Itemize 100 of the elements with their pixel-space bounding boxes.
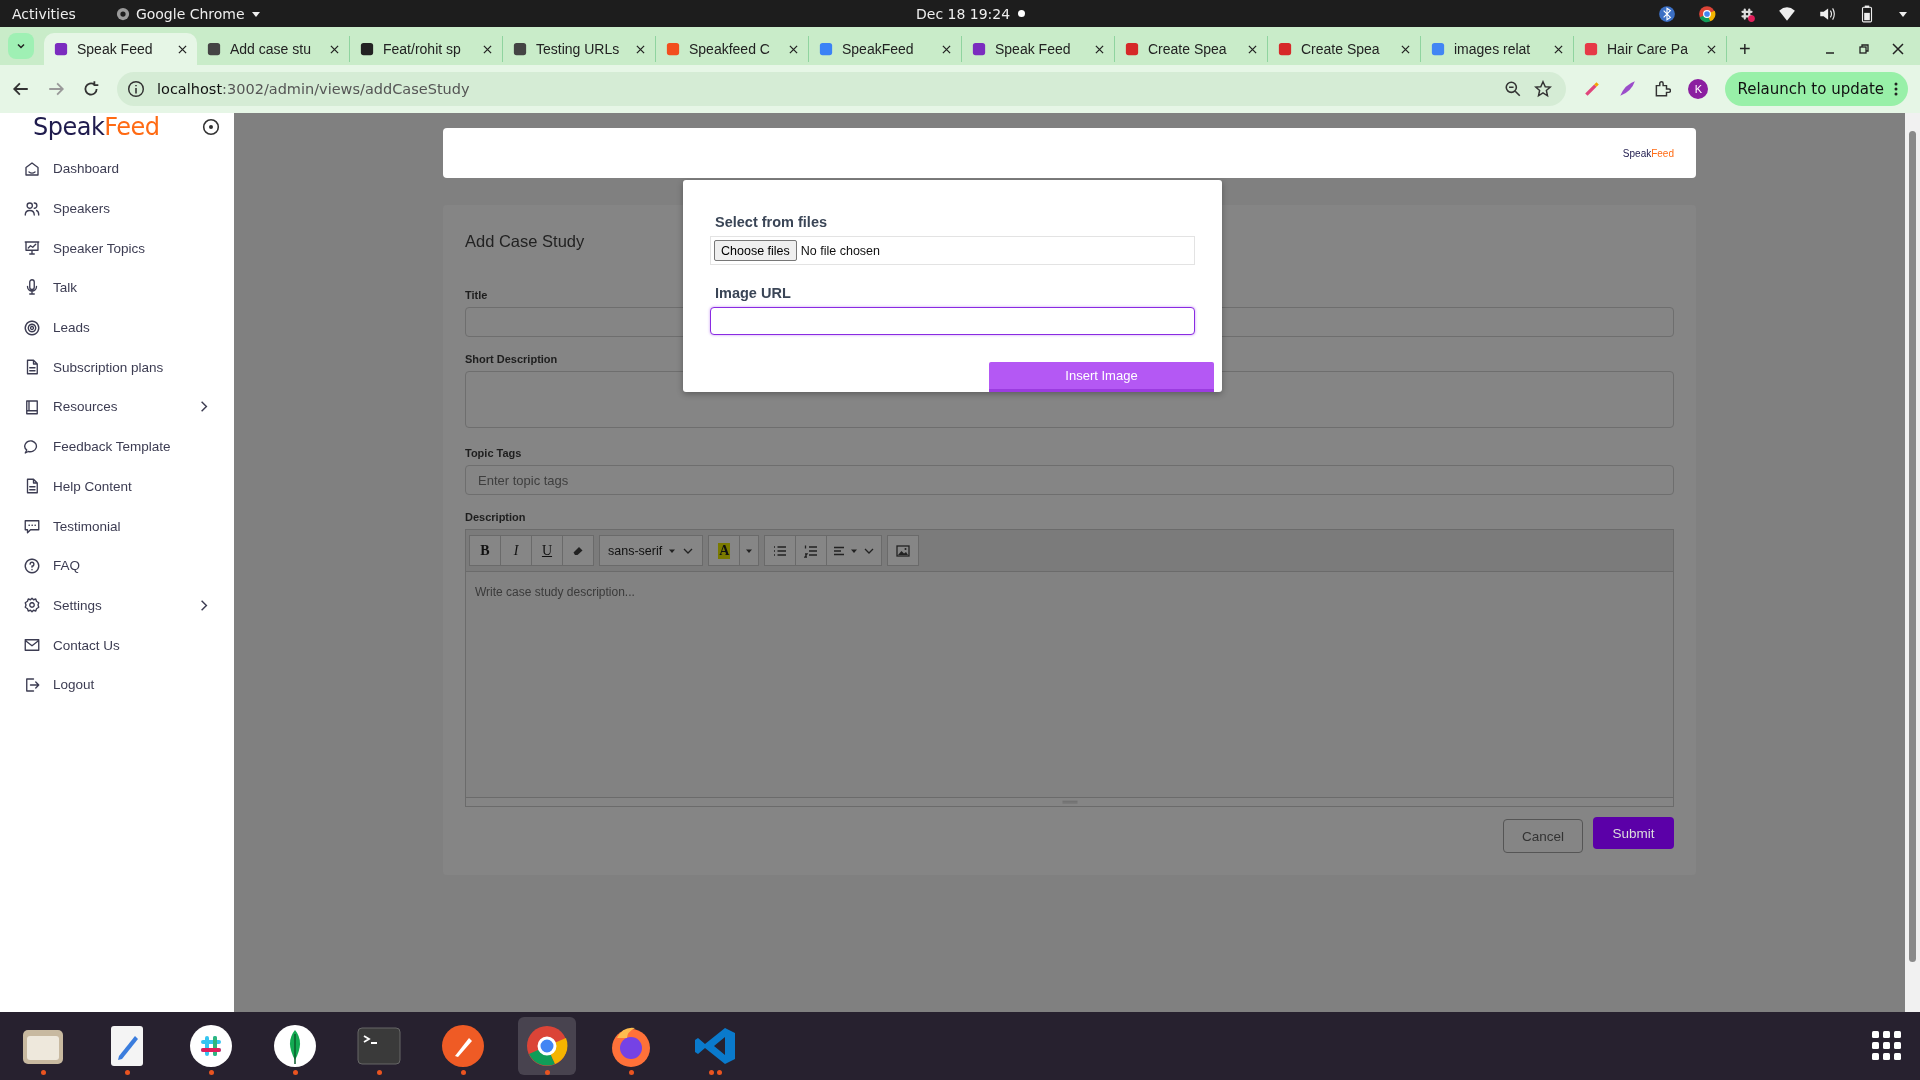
- sidebar-item[interactable]: Dashboard: [0, 149, 234, 189]
- forward-icon[interactable]: [47, 80, 65, 98]
- browser-tab[interactable]: Add case stu: [197, 36, 350, 62]
- speakfeed-logo[interactable]: SpeakFeed: [1622, 147, 1674, 159]
- bluetooth-icon[interactable]: [1658, 4, 1676, 23]
- message-dots-icon: [23, 517, 41, 536]
- chevron-right-icon[interactable]: [200, 598, 208, 612]
- wifi-icon[interactable]: [1778, 4, 1796, 23]
- browser-tab[interactable]: images relat: [1421, 36, 1574, 62]
- browser-tab[interactable]: SpeakFeed: [809, 36, 962, 62]
- cancel-button[interactable]: Cancel: [1503, 819, 1583, 853]
- address-bar[interactable]: localhost:3002/admin/views/addCaseStudy: [117, 72, 1567, 106]
- align-left-icon: [833, 544, 846, 557]
- users-icon: [23, 199, 41, 218]
- sidebar-item[interactable]: Logout: [0, 664, 234, 705]
- close-icon[interactable]: [942, 44, 951, 54]
- extensions-icon[interactable]: [1653, 80, 1672, 98]
- numbered-list-button[interactable]: [795, 535, 828, 566]
- logout-icon: [23, 675, 41, 694]
- close-icon[interactable]: [1401, 44, 1410, 54]
- sidebar-item[interactable]: FAQ: [0, 545, 234, 586]
- taskbar-app[interactable]: [518, 1017, 576, 1075]
- info-icon[interactable]: [127, 80, 145, 98]
- browser-tab[interactable]: Hair Care Pa: [1574, 36, 1727, 62]
- eraser-button[interactable]: [562, 535, 594, 566]
- browser-tab[interactable]: Speak Feed: [962, 36, 1115, 62]
- sidebar-item[interactable]: Feedback Template: [0, 426, 234, 467]
- question-icon: [23, 556, 41, 575]
- browser-tab[interactable]: Speakfeed C: [656, 36, 809, 62]
- close-icon[interactable]: [483, 44, 492, 54]
- color-picker-icon[interactable]: [1583, 80, 1602, 98]
- sidebar-item[interactable]: Resources: [0, 387, 234, 427]
- close-icon[interactable]: [178, 44, 187, 54]
- file-input[interactable]: Choose files No file chosen: [710, 236, 1195, 266]
- scrollbar[interactable]: [1905, 113, 1920, 1012]
- field-label: Image URL: [715, 285, 792, 302]
- zoom-icon[interactable]: [1504, 80, 1523, 98]
- settings-icon: [23, 596, 41, 615]
- sidebar-item[interactable]: Leads: [0, 307, 234, 348]
- font-family-dropdown[interactable]: sans-serif: [599, 535, 704, 566]
- close-icon[interactable]: [1095, 44, 1104, 54]
- sidebar-item[interactable]: Speakers: [0, 188, 234, 229]
- reload-icon[interactable]: [82, 80, 100, 98]
- radio-circle-icon[interactable]: [202, 118, 220, 136]
- color-dropdown-button[interactable]: [739, 535, 760, 566]
- profile-avatar[interactable]: K: [1688, 79, 1709, 99]
- italic-button[interactable]: I: [500, 535, 532, 566]
- sidebar-item[interactable]: Settings: [0, 585, 234, 626]
- feather-icon[interactable]: [1618, 80, 1637, 98]
- terminal-icon: [357, 1024, 401, 1068]
- submit-button[interactable]: Submit: [1593, 817, 1674, 849]
- favicon-icon: [360, 42, 374, 56]
- close-icon[interactable]: [1892, 43, 1904, 55]
- relaunch-button[interactable]: Relaunch to update: [1725, 72, 1908, 106]
- sidebar-item[interactable]: Talk: [0, 268, 234, 308]
- app-grid-icon[interactable]: [1872, 1031, 1902, 1061]
- chevron-right-icon[interactable]: [200, 400, 208, 414]
- sidebar-item[interactable]: Speaker Topics: [0, 228, 234, 269]
- topic-tags-field[interactable]: Enter topic tags: [465, 465, 1674, 495]
- new-tab-button[interactable]: +: [1739, 39, 1751, 59]
- close-icon[interactable]: [1248, 44, 1257, 54]
- restore-icon[interactable]: [1858, 43, 1870, 55]
- sidebar-item[interactable]: Help Content: [0, 466, 234, 507]
- choose-files-button[interactable]: Choose files: [714, 240, 797, 262]
- sidebar-item[interactable]: Subscription plans: [0, 347, 234, 388]
- app-menu[interactable]: Google Chrome: [115, 5, 261, 22]
- browser-tab[interactable]: Create Spea: [1115, 36, 1268, 62]
- back-icon[interactable]: [12, 80, 30, 98]
- clock[interactable]: Dec 18 19:24: [916, 5, 1011, 22]
- browser-tab[interactable]: Speak Feed: [44, 33, 197, 65]
- slack-icon: [189, 1024, 233, 1068]
- activities-button[interactable]: Activities: [12, 5, 76, 22]
- insert-image-button[interactable]: [887, 535, 920, 566]
- star-icon[interactable]: [1534, 80, 1553, 98]
- close-icon[interactable]: [789, 44, 798, 54]
- favicon-icon: [1125, 42, 1139, 56]
- field-label: Select from files: [715, 214, 828, 230]
- sidebar-item[interactable]: Contact Us: [0, 625, 234, 665]
- favicon-icon: [1431, 42, 1445, 56]
- browser-tab[interactable]: Feat/rohit sp: [350, 36, 503, 62]
- bulleted-list-button[interactable]: [764, 535, 797, 566]
- resize-handle-icon[interactable]: [1060, 799, 1079, 805]
- underline-button[interactable]: U: [531, 535, 563, 566]
- browser-tab[interactable]: Testing URLs: [503, 36, 656, 62]
- browser-tab[interactable]: Create Spea: [1268, 36, 1421, 62]
- speakfeed-logo[interactable]: SpeakFeed: [33, 113, 160, 141]
- image-url-field[interactable]: [710, 307, 1195, 335]
- close-icon[interactable]: [1707, 44, 1716, 54]
- align-dropdown-button[interactable]: [826, 535, 883, 566]
- close-icon[interactable]: [636, 44, 645, 54]
- sidebar-item[interactable]: Testimonial: [0, 506, 234, 546]
- image-icon: [896, 543, 911, 558]
- bold-button[interactable]: B: [469, 535, 501, 566]
- favicon-icon: [207, 42, 221, 56]
- file-status: No file chosen: [800, 243, 880, 258]
- more-icon: [1894, 82, 1898, 96]
- close-icon[interactable]: [330, 44, 339, 54]
- close-icon[interactable]: [1554, 44, 1563, 54]
- insert-image-button[interactable]: Insert Image: [989, 362, 1214, 392]
- text-color-button[interactable]: A: [708, 535, 741, 566]
